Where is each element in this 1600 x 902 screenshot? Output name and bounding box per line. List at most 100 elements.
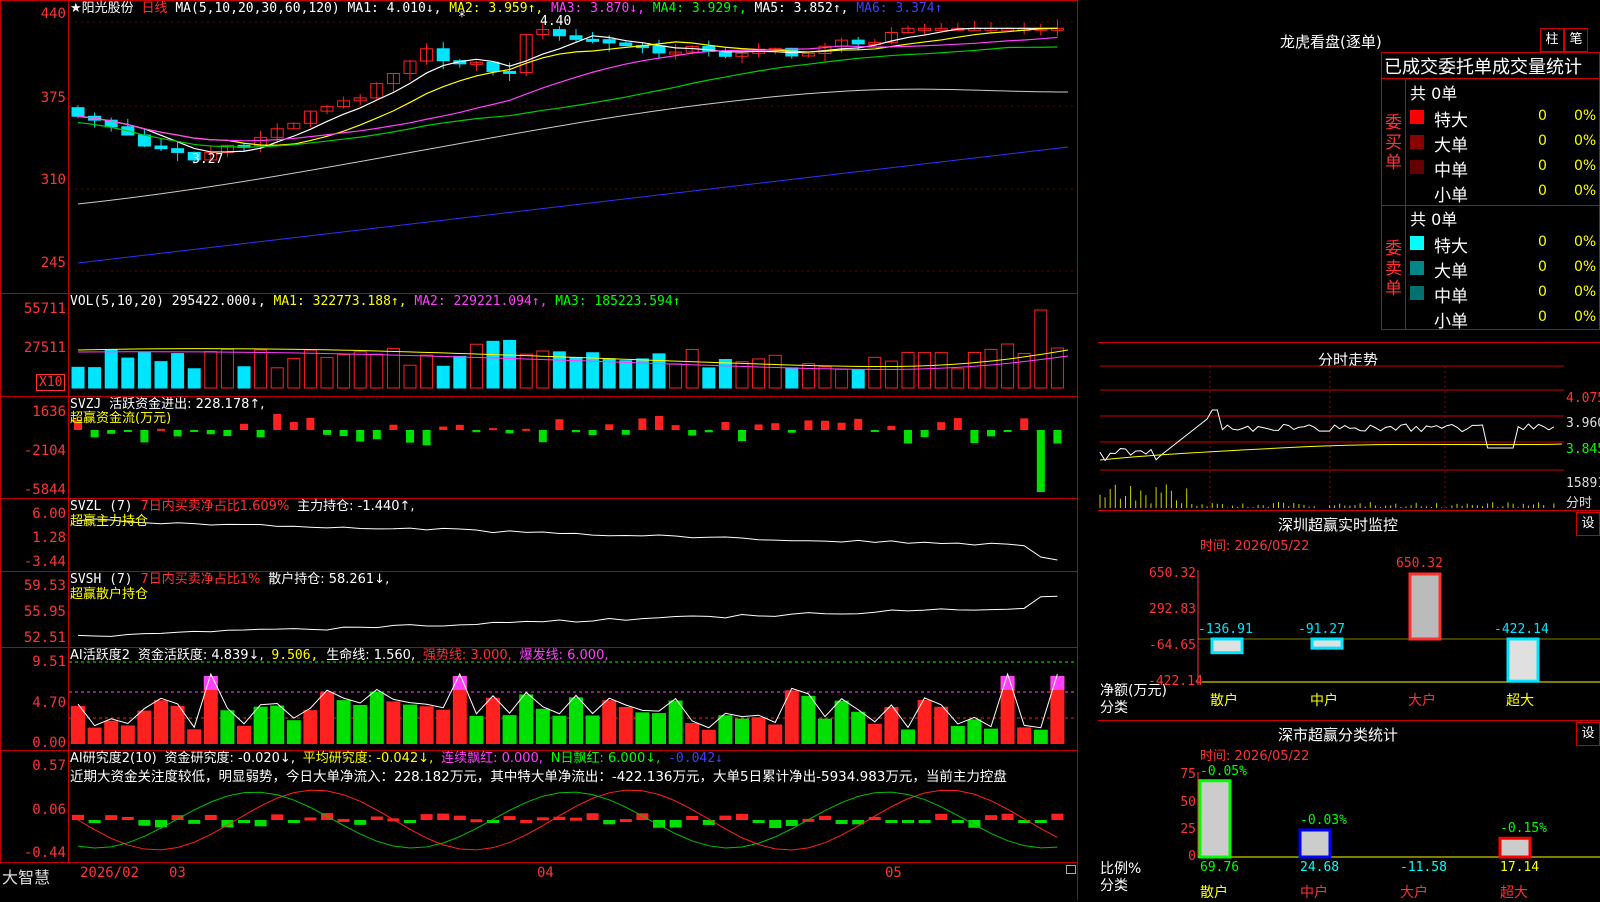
price-axis-440: 440	[40, 6, 66, 22]
ai2-label: AI活跃度2	[70, 648, 130, 663]
intraday-axis-3: 3.845	[1566, 442, 1600, 457]
buy-legend-swatch	[1410, 110, 1424, 124]
candle-body	[619, 42, 633, 47]
ai2-axis-1: 9.51	[32, 654, 66, 670]
volume-bar	[204, 351, 218, 389]
ai2-t1: 资金活跃度: 4.839↓,	[137, 648, 264, 663]
svsh-axis-3: 52.51	[23, 630, 66, 646]
sz-class-top-label: -0.05%	[1200, 763, 1247, 779]
volume-bar	[569, 356, 583, 389]
sz-monitor-axis-label: -422.14	[1148, 674, 1203, 689]
sz-monitor-time: 时间: 2026/05/22	[1200, 539, 1310, 554]
ai-res-bar	[503, 816, 516, 820]
vol-ma1: MA1: 322773.188↑,	[273, 294, 407, 309]
ai-res-bar	[653, 820, 665, 828]
sz-class-top-label: -0.03%	[1300, 813, 1347, 829]
volume-bar	[370, 353, 384, 389]
candle-body	[436, 48, 450, 62]
sz-monitor-value: 650.32	[1396, 556, 1443, 571]
lock-icon[interactable]	[1066, 865, 1076, 874]
ai2-bar	[818, 718, 832, 744]
ma5-value: MA5: 3.852↑,	[754, 1, 849, 16]
sz-monitor-settings-button[interactable]: 设	[1576, 512, 1600, 536]
high-marker: *	[458, 10, 466, 25]
ai2-bar	[104, 720, 119, 744]
ai-res-bar	[204, 814, 217, 820]
svzj-bar	[190, 430, 199, 432]
sz-class-bottom-value: 17.14	[1500, 860, 1540, 875]
svzj-bar	[555, 419, 564, 430]
ai2-bar	[801, 695, 816, 744]
ai2-header: AI活跃度2 资金活跃度: 4.839↓, 9.506, 生命线: 1.560,…	[70, 648, 609, 664]
ai2-bar	[735, 718, 749, 744]
ai-res-comment: 近期大资金关注度较低，明显弱势，今日大单净流入：228.182万元，其中特大单净…	[70, 769, 1007, 785]
volume-bar	[154, 361, 168, 389]
volume-bar	[187, 368, 201, 389]
ai2-bar	[768, 724, 783, 744]
ai-res-axis-1: 0.57	[32, 758, 66, 774]
candle-body	[71, 107, 85, 117]
ai2-bar	[303, 710, 318, 744]
ai-res-header: AI研究度2(10) 资金研究度: -0.020↓, 平均研究度: -0.042…	[70, 751, 723, 767]
volume-bar	[619, 360, 633, 389]
sell-row-pct: 0%	[1574, 284, 1597, 300]
sz-class-settings-button[interactable]: 设	[1576, 722, 1600, 746]
ai2-bar	[403, 704, 417, 744]
svzj-bar	[987, 430, 995, 437]
period-label[interactable]: 日线	[142, 1, 168, 16]
ai2-bar	[635, 712, 650, 744]
sell-row-pct: 0%	[1574, 309, 1597, 325]
candle-body	[569, 35, 583, 40]
ai-res-bar	[271, 814, 284, 820]
ai2-bar	[950, 725, 965, 744]
volume-bar	[353, 351, 367, 389]
vol-unit-badge[interactable]: X10	[36, 374, 66, 391]
volume-bar	[320, 357, 334, 389]
sz-class-top-label: -0.15%	[1500, 821, 1547, 837]
buy-row-count: 0	[1538, 108, 1547, 124]
svzj-bar	[688, 430, 697, 436]
svzj-bar	[1053, 430, 1062, 444]
ai-res-bar	[88, 820, 101, 823]
ai2-bar	[87, 727, 102, 744]
volume-bar	[884, 360, 898, 389]
volume-bar	[785, 367, 799, 389]
volume-bar	[718, 359, 732, 389]
brand-label[interactable]: 大智慧	[2, 864, 50, 888]
ai-res-bar	[1051, 813, 1064, 820]
sell-legend-swatch	[1410, 261, 1424, 275]
ai2-bar	[934, 706, 949, 744]
ai2-bar	[486, 697, 500, 744]
buy-row-name: 大单	[1434, 136, 1468, 156]
ai2-bar	[867, 723, 882, 744]
svzj-bar	[638, 418, 647, 430]
favorite-star-icon[interactable]: ★	[70, 1, 82, 16]
svzj-bar	[870, 430, 879, 432]
bar-view-button[interactable]: 柱	[1540, 28, 1564, 52]
ma120-line	[77, 146, 1069, 264]
ai-res-bar	[238, 820, 250, 823]
buy-row-name: 中单	[1434, 161, 1468, 181]
date-05: 05	[885, 865, 902, 881]
buy-legend-swatch	[1410, 160, 1424, 174]
svzj-bar	[655, 416, 663, 430]
svzj-bar	[173, 430, 182, 437]
ai2-bar	[701, 729, 716, 744]
volume-bar	[1017, 353, 1031, 389]
svzj-axis-1: 1636	[32, 404, 66, 420]
ai2-bar	[386, 701, 401, 744]
ai-res-bar	[1034, 820, 1047, 823]
ai2-bar	[137, 710, 152, 744]
svsh-t2: 散户持仓: 58.261↓,	[268, 572, 390, 587]
buy-row-count: 0	[1538, 133, 1547, 149]
ai-res-bar	[221, 820, 234, 828]
candle-body	[851, 39, 865, 45]
ai-res-t3: 连续飘红: 0.000,	[441, 751, 543, 766]
svzj-bar	[588, 430, 597, 436]
svzj-axis-3: -5844	[23, 482, 66, 498]
sz-class-bottom-value: -11.58	[1400, 860, 1447, 875]
ai2-bar	[419, 706, 434, 744]
svsh-line	[77, 595, 1058, 637]
svzj-bar	[505, 430, 514, 434]
tick-view-button[interactable]: 笔	[1564, 28, 1588, 52]
